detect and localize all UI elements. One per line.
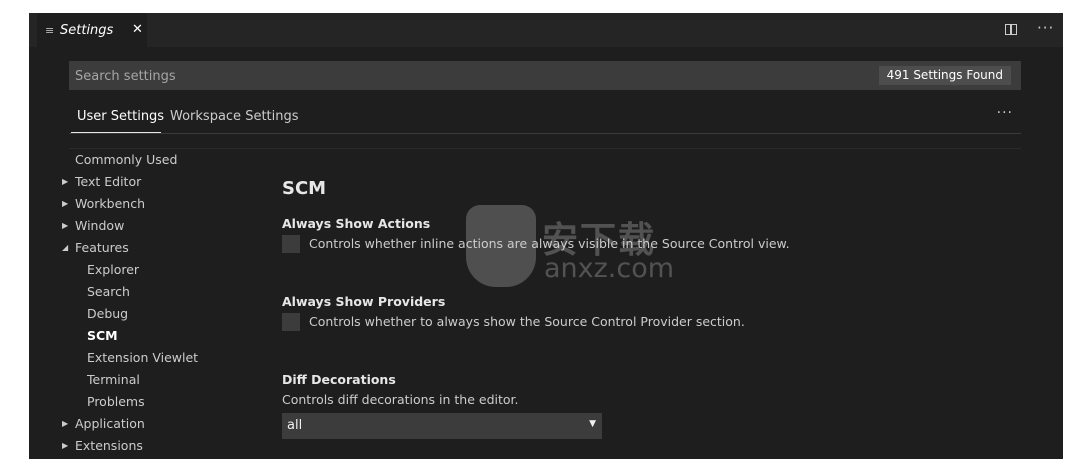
setting-always-show-providers: Always Show Providers Controls whether t…: [282, 294, 1002, 338]
tab-settings[interactable]: ≡ Settings ✕: [37, 13, 147, 47]
tabs-divider: [69, 133, 1021, 134]
toc-item-explorer[interactable]: Explorer: [59, 259, 269, 281]
setting-description: Controls whether to always show the Sour…: [309, 314, 745, 329]
close-icon[interactable]: ✕: [132, 22, 143, 37]
chevron-down-icon: ▼: [589, 419, 596, 429]
toc-item-problems[interactable]: Problems: [59, 391, 269, 413]
chevron-right-icon: ▶: [62, 177, 69, 186]
chevron-down-icon: ◢: [62, 243, 69, 252]
setting-name: Diff Decorations: [282, 372, 396, 387]
settings-scope-tabs: User Settings Workspace Settings ···: [69, 101, 1021, 135]
chevron-right-icon: ▶: [62, 221, 69, 230]
setting-description: Controls diff decorations in the editor.: [282, 392, 519, 407]
chevron-right-icon: ▶: [62, 419, 69, 428]
always-show-actions-checkbox[interactable]: [282, 235, 300, 253]
toc-item-search[interactable]: Search: [59, 281, 269, 303]
setting-diff-decorations: Diff Decorations Controls diff decoratio…: [282, 372, 1002, 442]
more-actions-icon[interactable]: ···: [1037, 19, 1054, 37]
diff-decorations-select[interactable]: all ▼: [282, 413, 602, 439]
tab-user-settings[interactable]: User Settings: [77, 109, 164, 124]
tab-title: Settings: [60, 22, 114, 38]
setting-always-show-actions: Always Show Actions Controls whether inl…: [282, 216, 1002, 260]
select-value: all: [287, 418, 303, 433]
toc-item-commonly-used[interactable]: Commonly Used: [59, 149, 269, 171]
section-title: SCM: [282, 178, 327, 199]
setting-description: Controls whether inline actions are alwa…: [309, 236, 790, 251]
toc-item-workbench[interactable]: ▶ Workbench: [59, 193, 269, 215]
settings-editor-window: ≡ Settings ✕ ··· 491 Settings Found User…: [29, 13, 1063, 459]
chevron-right-icon: ▶: [62, 441, 69, 450]
split-editor-icon[interactable]: [1005, 24, 1017, 35]
chevron-right-icon: ▶: [62, 199, 69, 208]
setting-name: Always Show Providers: [282, 294, 446, 309]
search-input[interactable]: [69, 61, 857, 92]
tab-workspace-settings[interactable]: Workspace Settings: [170, 109, 299, 124]
toc-item-application[interactable]: ▶ Application: [59, 413, 269, 435]
settings-count-badge: 491 Settings Found: [878, 66, 1011, 85]
toc-item-terminal[interactable]: Terminal: [59, 369, 269, 391]
setting-name: Always Show Actions: [282, 216, 431, 231]
toc-item-debug[interactable]: Debug: [59, 303, 269, 325]
toc-item-window[interactable]: ▶ Window: [59, 215, 269, 237]
always-show-providers-checkbox[interactable]: [282, 313, 300, 331]
more-icon[interactable]: ···: [997, 105, 1013, 121]
toc-item-text-editor[interactable]: ▶ Text Editor: [59, 171, 269, 193]
search-bar: 491 Settings Found: [69, 61, 1021, 92]
toc-item-extension-viewlet[interactable]: Extension Viewlet: [59, 347, 269, 369]
editor-tab-bar: ≡ Settings ✕ ···: [29, 13, 1063, 47]
toc-item-extensions[interactable]: ▶ Extensions: [59, 435, 269, 457]
settings-toc: Commonly Used ▶ Text Editor ▶ Workbench …: [59, 149, 269, 457]
toc-item-scm[interactable]: SCM: [59, 325, 269, 347]
toc-item-features[interactable]: ◢ Features: [59, 237, 269, 259]
settings-file-icon: ≡: [45, 23, 55, 37]
